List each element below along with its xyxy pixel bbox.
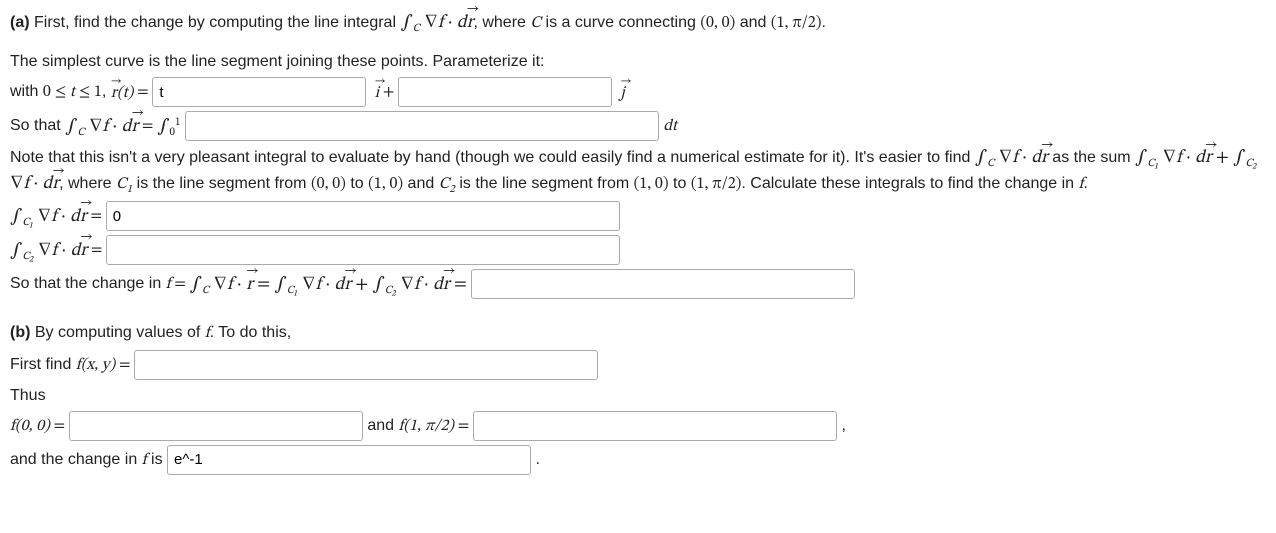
eq3: =	[171, 277, 190, 293]
note9: . Calculate these integrals to find the …	[741, 175, 1078, 192]
p1p: (1, π/2)	[691, 176, 742, 192]
b-intro-1: By computing values of	[30, 324, 204, 341]
c1-value-input[interactable]	[106, 201, 620, 231]
part-a-label: (a)	[10, 14, 30, 31]
so-that-change-row: So that the change in f = ∫C ∇f · r = ∫C…	[10, 269, 1266, 299]
note3: , where	[59, 175, 116, 192]
trailing-comma: ,	[842, 417, 846, 434]
c2-name: C2	[439, 176, 455, 192]
eq: =	[133, 85, 152, 101]
curve-C: C	[530, 15, 541, 31]
b-eq: =	[115, 357, 134, 373]
integrand-input[interactable]	[185, 111, 659, 141]
int-C-expr: ∫C ∇f · dr	[975, 149, 1048, 167]
integral-expr: ∫C ∇f · dr	[400, 14, 473, 32]
j-component-input[interactable]	[398, 77, 612, 107]
first-find-text: First find	[10, 356, 76, 373]
simplest-curve-text: The simplest curve is the line segment j…	[10, 50, 1266, 73]
c2-lhs: ∫C₂ ∇f · dr	[10, 242, 87, 260]
point-00: (0, 0)	[700, 15, 735, 31]
b-intro-2: . To do this,	[210, 324, 292, 341]
c2-value-input[interactable]	[106, 235, 620, 265]
note2: as the sum	[1048, 149, 1135, 166]
parameterize-row: with 0 ≤ t ≤ 1, r(t) = i + j	[10, 77, 1266, 107]
with-text: with	[10, 84, 43, 101]
thus-text: Thus	[10, 384, 1266, 407]
change-text: and the change in	[10, 451, 142, 468]
and-text: and	[735, 14, 771, 31]
change-value-input[interactable]	[471, 269, 855, 299]
part-a-intro: (a) First, find the change by computing …	[10, 10, 1266, 36]
p10: (1, 0)	[368, 176, 403, 192]
c1-integral-row: ∫C₁ ∇f · dr =	[10, 201, 1266, 231]
j-hat: j	[617, 85, 625, 101]
part-b-intro: (b) By computing values of f. To do this…	[10, 321, 1266, 345]
b-eq-2: =	[50, 418, 69, 434]
lhs-integral: ∫C ∇f · dr	[65, 118, 138, 136]
p10b: (1, 0)	[634, 176, 669, 192]
so-that-2: So that the change in	[10, 276, 166, 293]
f-period: .	[1083, 175, 1087, 192]
f00-input[interactable]	[69, 411, 363, 441]
point-1pi2: (1, π/2)	[771, 15, 822, 31]
change-b-input[interactable]	[167, 445, 531, 475]
comma: ,	[102, 84, 111, 101]
first-find-row: First find f(x, y) =	[10, 350, 1266, 380]
r-of-t: r(t)	[111, 85, 134, 101]
final-period: .	[536, 451, 540, 468]
note7: is the line segment from	[455, 175, 634, 192]
f1p-input[interactable]	[473, 411, 837, 441]
c1-lhs: ∫C₁ ∇f · dr	[10, 208, 87, 226]
c2-integral-row: ∫C₂ ∇f · dr =	[10, 235, 1266, 265]
c1-name: C1	[116, 176, 132, 192]
change-expr: ∫C ∇f · r = ∫C₁ ∇f · dr + ∫C₂ ∇f · dr =	[190, 276, 471, 294]
f1p-label: f(1, π/2)	[399, 418, 455, 434]
so-that-row-1: So that ∫C ∇f · dr = ∫01 dt	[10, 111, 1266, 141]
note8: to	[669, 175, 691, 192]
p00: (0, 0)	[311, 176, 346, 192]
intro-text-1: First, find the change by computing the …	[30, 14, 401, 31]
note1: Note that this isn't a very pleasant int…	[10, 149, 975, 166]
f-xy: f(x, y)	[76, 357, 115, 373]
change-in-f-row: and the change in f is .	[10, 445, 1266, 475]
t-range: 0 ≤ t ≤ 1	[43, 85, 102, 101]
f-values-row: f(0, 0) = and f(1, π/2) = ,	[10, 411, 1266, 441]
b-eq-3: =	[454, 418, 473, 434]
so-that-text: So that	[10, 118, 65, 135]
is-text: is	[147, 451, 167, 468]
intro-text-3: is a curve connecting	[541, 14, 700, 31]
and-text-b: and	[367, 417, 398, 434]
i-component-input[interactable]	[152, 77, 366, 107]
period: .	[821, 14, 825, 31]
f00-label: f(0, 0)	[10, 418, 50, 434]
i-hat: i	[371, 85, 379, 101]
fxy-input[interactable]	[134, 350, 598, 380]
part-b-label: (b)	[10, 324, 30, 341]
note6: and	[403, 175, 439, 192]
note5: to	[346, 175, 368, 192]
note-paragraph: Note that this isn't a very pleasant int…	[10, 145, 1266, 197]
intro-text-2: , where	[473, 14, 530, 31]
int-0-1: ∫01	[157, 118, 180, 136]
note4: is the line segment from	[132, 175, 311, 192]
dt-text: dt	[663, 119, 677, 135]
